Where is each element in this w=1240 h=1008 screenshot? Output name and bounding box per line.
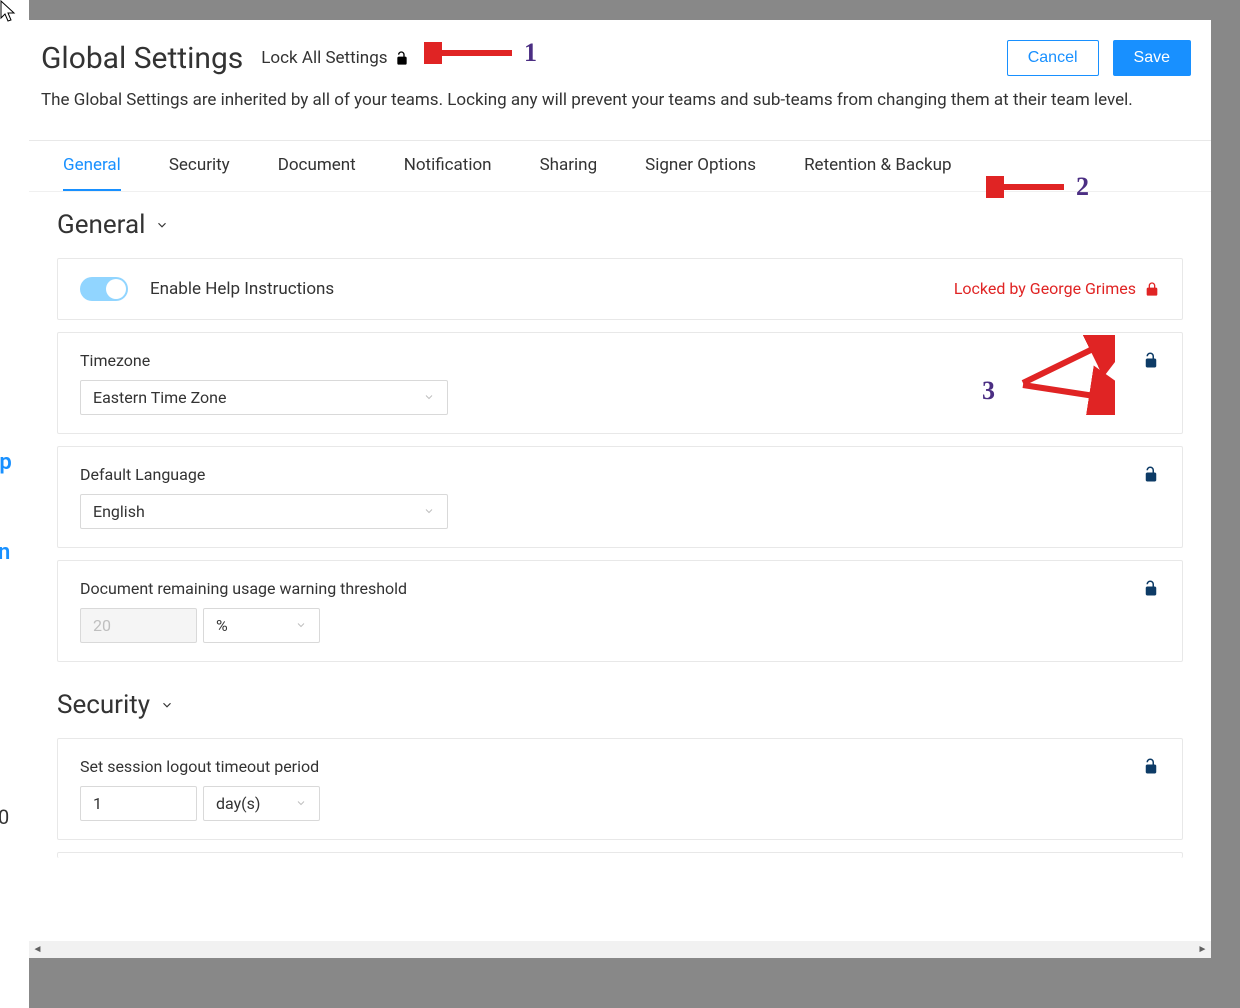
unlock-icon: [1142, 579, 1160, 597]
chevron-down-icon: [155, 218, 169, 232]
annotation-number-2: 2: [1076, 172, 1089, 202]
tab-general[interactable]: General: [63, 141, 121, 191]
global-settings-modal: Global Settings Lock All Settings Cancel…: [29, 20, 1211, 958]
threshold-lock-toggle[interactable]: [1142, 579, 1160, 601]
mouse-cursor-icon: [0, 0, 18, 28]
unlock-icon: [394, 50, 410, 66]
chevron-down-icon: [295, 797, 307, 809]
horizontal-scrollbar[interactable]: ◄ ►: [29, 941, 1211, 958]
setting-language: Default Language English: [57, 446, 1183, 548]
timezone-lock-toggle[interactable]: [1142, 351, 1160, 373]
setting-card-partial: [57, 852, 1183, 858]
enable-help-label: Enable Help Instructions: [150, 279, 334, 299]
session-timeout-unit-select[interactable]: day(s): [203, 786, 320, 821]
annotation-number-1: 1: [524, 38, 537, 68]
chevron-down-icon: [160, 698, 174, 712]
section-general-title: General: [57, 210, 145, 240]
tab-retention-backup[interactable]: Retention & Backup: [804, 141, 952, 191]
section-general-header[interactable]: General: [57, 210, 1183, 240]
unlock-icon: [1142, 351, 1160, 369]
background-peek: 'p n 0: [0, 0, 29, 1008]
tab-signer-options[interactable]: Signer Options: [645, 141, 756, 191]
section-security-title: Security: [57, 690, 150, 720]
lock-all-label: Lock All Settings: [261, 48, 387, 68]
session-timeout-lock-toggle[interactable]: [1142, 757, 1160, 779]
chevron-down-icon: [295, 619, 307, 631]
setting-threshold: Document remaining usage warning thresho…: [57, 560, 1183, 662]
threshold-value: 20: [93, 616, 111, 635]
setting-timezone: Timezone Eastern Time Zone: [57, 332, 1183, 434]
settings-content-scroll[interactable]: General Enable Help Instructions Locked …: [29, 192, 1211, 942]
session-timeout-unit: day(s): [216, 794, 260, 813]
threshold-label: Document remaining usage warning thresho…: [80, 579, 1160, 598]
locked-by-badge: Locked by George Grimes: [954, 279, 1160, 298]
tab-security[interactable]: Security: [169, 141, 230, 191]
tab-sharing[interactable]: Sharing: [540, 141, 598, 191]
threshold-unit: %: [216, 616, 228, 635]
tab-notification[interactable]: Notification: [404, 141, 492, 191]
chevron-down-icon: [423, 505, 435, 517]
timezone-select[interactable]: Eastern Time Zone: [80, 380, 448, 415]
tab-document[interactable]: Document: [278, 141, 356, 191]
scroll-left-icon[interactable]: ◄: [29, 941, 46, 958]
section-security-header[interactable]: Security: [57, 690, 1183, 720]
unlock-icon: [1142, 465, 1160, 483]
session-timeout-label: Set session logout timeout period: [80, 757, 1160, 776]
session-timeout-value-input[interactable]: 1: [80, 786, 197, 821]
scroll-right-icon[interactable]: ►: [1194, 941, 1211, 958]
threshold-unit-select[interactable]: %: [203, 608, 320, 643]
modal-header: Global Settings Lock All Settings Cancel…: [29, 20, 1211, 122]
unlock-icon: [1142, 757, 1160, 775]
lock-icon: [1144, 281, 1160, 297]
chevron-down-icon: [423, 391, 435, 403]
lock-all-settings-toggle[interactable]: Lock All Settings: [261, 48, 409, 68]
timezone-label: Timezone: [80, 351, 1160, 370]
setting-session-timeout: Set session logout timeout period 1 day(…: [57, 738, 1183, 840]
language-lock-toggle[interactable]: [1142, 465, 1160, 487]
setting-enable-help: Enable Help Instructions Locked by Georg…: [57, 258, 1183, 320]
session-timeout-value: 1: [93, 794, 102, 813]
timezone-value: Eastern Time Zone: [93, 388, 226, 407]
threshold-value-input[interactable]: 20: [80, 608, 197, 643]
settings-tabs: General Security Document Notification S…: [29, 140, 1211, 192]
language-value: English: [93, 502, 145, 521]
annotation-number-3: 3: [982, 376, 995, 406]
cancel-button[interactable]: Cancel: [1007, 40, 1099, 76]
language-select[interactable]: English: [80, 494, 448, 529]
language-label: Default Language: [80, 465, 1160, 484]
page-title: Global Settings: [41, 41, 243, 76]
enable-help-toggle[interactable]: [80, 277, 128, 301]
settings-description: The Global Settings are inherited by all…: [41, 88, 1191, 114]
save-button[interactable]: Save: [1113, 40, 1191, 76]
